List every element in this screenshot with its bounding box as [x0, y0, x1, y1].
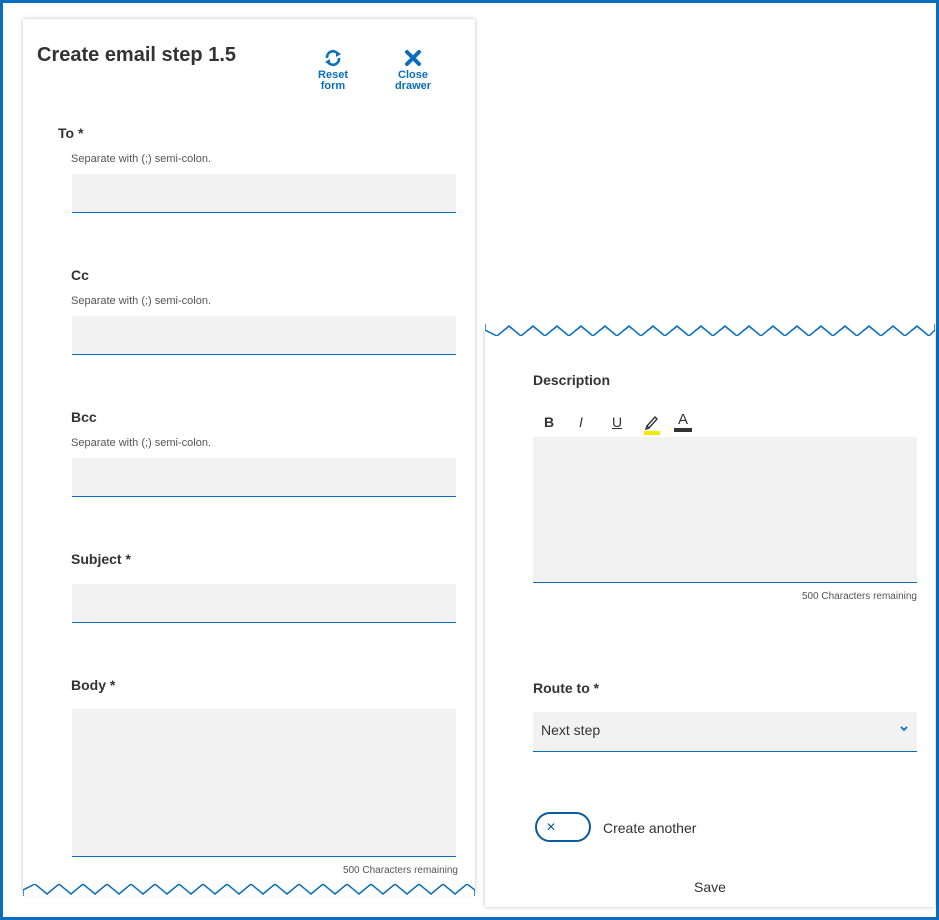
- body-label: Body *: [71, 677, 116, 693]
- to-input[interactable]: [72, 174, 456, 213]
- torn-edge: [23, 884, 475, 896]
- save-button[interactable]: Save: [675, 879, 745, 895]
- font-color-button[interactable]: A: [674, 410, 692, 432]
- subject-label: Subject *: [71, 551, 131, 567]
- create-email-drawer-continued: Description B I U A 500 Characters remai…: [485, 324, 935, 907]
- description-label: Description: [533, 372, 611, 388]
- route-to-select[interactable]: Next step: [533, 712, 917, 752]
- cc-input[interactable]: [72, 316, 456, 355]
- close-label-line2: drawer: [394, 80, 432, 92]
- reset-form-button[interactable]: Reset form: [303, 49, 363, 92]
- cc-label: Cc: [71, 267, 89, 283]
- to-hint: Separate with (;) semi-colon.: [71, 153, 211, 165]
- body-textarea[interactable]: [72, 709, 456, 857]
- close-icon: [405, 50, 421, 66]
- highlight-button[interactable]: [643, 413, 661, 440]
- cc-hint: Separate with (;) semi-colon.: [71, 295, 211, 307]
- underline-button[interactable]: U: [612, 412, 622, 432]
- route-to-label: Route to *: [533, 680, 600, 696]
- to-label: To *: [58, 125, 84, 141]
- italic-button[interactable]: I: [579, 412, 583, 432]
- create-another-toggle[interactable]: ✕: [535, 812, 591, 842]
- highlighter-icon: [644, 415, 660, 435]
- font-color-letter: A: [677, 411, 688, 428]
- body-char-counter: 500 Characters remaining: [342, 865, 458, 876]
- refresh-icon: [325, 49, 341, 67]
- reset-label-line2: form: [320, 80, 346, 92]
- bcc-input[interactable]: [72, 458, 456, 497]
- torn-edge-top: [485, 324, 935, 336]
- bold-button[interactable]: B: [544, 412, 554, 432]
- drawer-title: Create email step 1.5: [37, 44, 236, 66]
- subject-input[interactable]: [72, 584, 456, 623]
- description-textarea[interactable]: [533, 437, 917, 583]
- bcc-label: Bcc: [71, 409, 97, 425]
- create-another-label: Create another: [603, 820, 697, 836]
- route-to-selected-value: Next step: [541, 722, 601, 738]
- description-char-counter: 500 Characters remaining: [801, 591, 917, 602]
- chevron-down-icon: [900, 726, 908, 732]
- create-email-drawer: Create email step 1.5 Reset form Close d…: [23, 19, 475, 896]
- toggle-off-icon: ✕: [545, 820, 557, 834]
- close-drawer-button[interactable]: Close drawer: [383, 49, 443, 92]
- bcc-hint: Separate with (;) semi-colon.: [71, 437, 211, 449]
